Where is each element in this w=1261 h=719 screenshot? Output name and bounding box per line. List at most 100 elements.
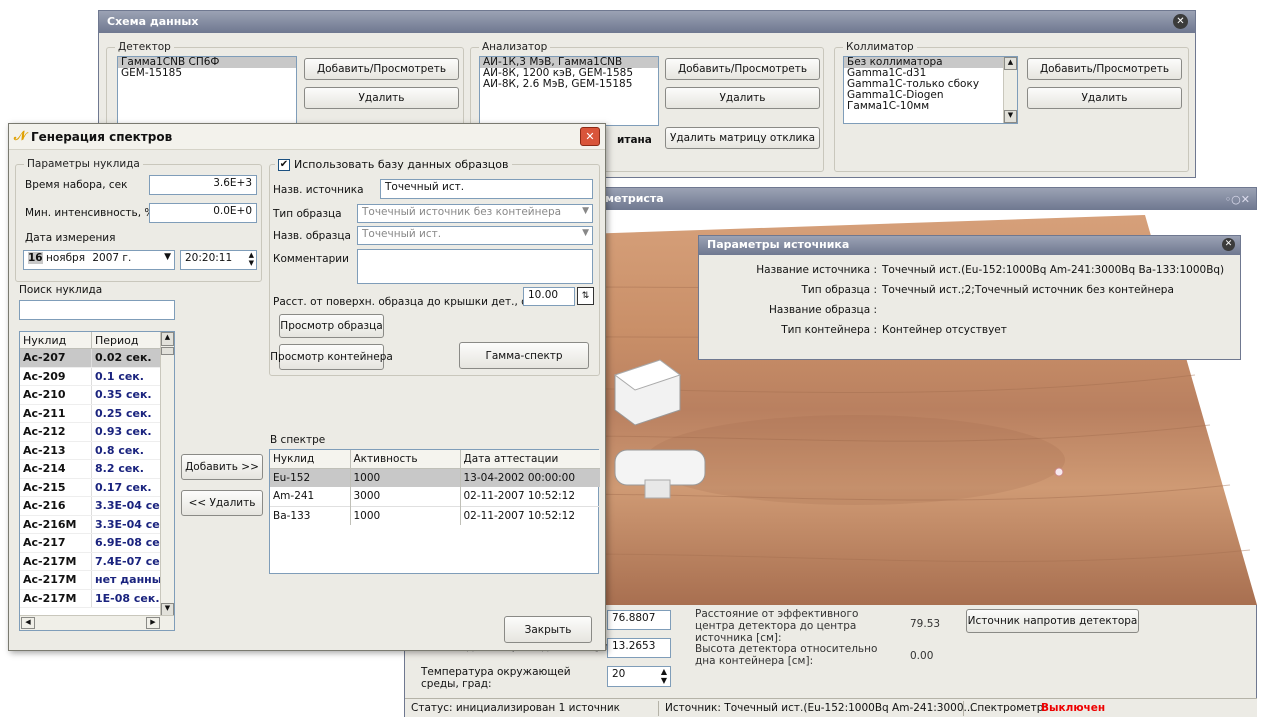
column-header-date[interactable]: Дата аттестации [460, 450, 600, 469]
list-item[interactable]: Ac-215 0.17 сек. [20, 478, 174, 497]
search-input[interactable] [19, 300, 175, 320]
list-item[interactable]: Ac-217M 1E-08 сек. [20, 589, 174, 608]
list-item[interactable]: Ac-214 8.2 сек. [20, 460, 174, 479]
nuclide-period: 0.8 сек. [95, 443, 144, 457]
source-opposite-button[interactable]: Источник напротив детектора [966, 609, 1139, 633]
list-item[interactable]: GEM-15185 [118, 68, 296, 79]
analyzer-list[interactable]: АИ-1К,3 МэВ, Гамма1CNB АИ-8К, 1200 кэВ, … [479, 56, 659, 126]
list-item[interactable]: Ac-213 0.8 сек. [20, 441, 174, 460]
table-row[interactable]: Am-241 3000 02-11-2007 10:52:12 [270, 487, 600, 506]
close-icon[interactable]: ✕ [1222, 238, 1235, 251]
nuclide-name: Ac-210 [20, 386, 92, 404]
view-sample-button[interactable]: Просмотр образца [279, 314, 384, 338]
list-item[interactable]: Ac-216 3.3E-04 се [20, 497, 174, 516]
close-icon[interactable]: ✕ [1173, 14, 1188, 29]
column-header-activity[interactable]: Активность [350, 450, 461, 469]
temp-value: 20 [612, 668, 626, 680]
source-name-field[interactable]: Точечный ист. [380, 179, 593, 199]
collimator-add-button[interactable]: Добавить/Просмотреть [1027, 58, 1182, 80]
minint-field[interactable]: 0.0E+0 [149, 203, 257, 223]
column-header-period[interactable]: Период [92, 332, 162, 348]
list-item[interactable]: Ac-216M 3.3E-04 се [20, 515, 174, 534]
source-params-rows: Название источника : Точечный ист.(Eu-152… [699, 264, 1239, 344]
sample-name-select[interactable]: Точечный ист. ▼ [357, 226, 593, 245]
table-cell: 3000 [350, 487, 461, 506]
date-picker[interactable]: 16 ноября 2007 г. ▼ [23, 250, 175, 270]
collimator-list[interactable]: Без коллиматора Gamma1C-d31 Gamma1C-толь… [843, 56, 1018, 124]
spectrum-table[interactable]: Нуклид Активность Дата аттестации Eu-152… [269, 449, 600, 574]
distance-center-label: Расстояние от эффективного центра детект… [695, 608, 859, 644]
scroll-thumb[interactable] [161, 347, 174, 355]
nuclide-list[interactable]: Нуклид Период Ac-207 0.02 сек. Ac-209 0.1 с… [19, 331, 175, 631]
close-icon[interactable]: ✕ [580, 127, 600, 146]
collimator-scrollbar[interactable]: ▲ ▼ [1003, 57, 1017, 123]
use-db-checkbox[interactable]: ✔ Использовать базу данных образцов [275, 158, 512, 171]
list-item[interactable]: Ac-209 0.1 сек. [20, 367, 174, 386]
spin-icon[interactable]: ▲ ▼ [249, 251, 254, 267]
remove-nuclide-button[interactable]: << Удалить [181, 490, 263, 516]
checkmark-icon[interactable]: ✔ [278, 158, 290, 171]
chevron-down-icon[interactable]: ▼ [582, 206, 589, 216]
list-item[interactable]: Ac-212 0.93 сек. [20, 423, 174, 442]
list-item[interactable]: Ac-210 0.35 сек. [20, 386, 174, 405]
column-header-nuclide[interactable]: Нуклид [20, 332, 92, 348]
column-header-nuclide[interactable]: Нуклид [270, 450, 351, 469]
window-controls[interactable]: ◦○✕ [1225, 193, 1250, 206]
comments-textarea[interactable] [357, 249, 593, 284]
analyzer-delete-button[interactable]: Удалить [665, 87, 820, 109]
detector-add-button[interactable]: Добавить/Просмотреть [304, 58, 459, 80]
list-item[interactable]: Ac-217M 7.4E-07 се [20, 552, 174, 571]
scroll-up-icon[interactable]: ▲ [1004, 57, 1017, 70]
nuclide-period: 0.1 сек. [95, 369, 144, 383]
time-label: Время набора, сек [25, 179, 128, 191]
vscrollbar[interactable]: ▲ ▼ [160, 332, 174, 617]
source-params-titlebar: Параметры источника [699, 236, 1240, 255]
param-row: Тип образца : Точечный ист.;2;Точечный ис… [699, 284, 1239, 304]
table-row[interactable]: Ba-133 1000 02-11-2007 10:52:12 [270, 506, 600, 525]
list-item[interactable]: Ac-217 6.9E-08 се [20, 534, 174, 553]
detector-legend: Детектор [115, 41, 174, 53]
gamma-spectrum-button[interactable]: Гамма-спектр [459, 342, 589, 369]
analyzer-add-button[interactable]: Добавить/Просмотреть [665, 58, 820, 80]
time-field[interactable]: 3.6E+3 [149, 175, 257, 195]
nuclide-name: Ac-209 [20, 367, 92, 385]
scroll-down-icon[interactable]: ▼ [1004, 110, 1017, 123]
list-item[interactable]: Ac-217M нет данны [20, 571, 174, 590]
scroll-up-icon[interactable]: ▲ [161, 332, 174, 346]
nuclide-period: 0.35 сек. [95, 388, 152, 401]
table-cell: 1000 [350, 468, 461, 487]
sample-type-select[interactable]: Точечный источник без контейнера ▼ [357, 204, 593, 223]
detector-delete-button[interactable]: Удалить [304, 87, 459, 109]
list-item[interactable]: Ac-211 0.25 сек. [20, 404, 174, 423]
height-field[interactable]: 13.2653 [607, 638, 671, 658]
distance-field[interactable]: 76.8807 [607, 610, 671, 630]
time-picker[interactable]: 20:20:11 ▲ ▼ [180, 250, 257, 270]
scroll-right-icon[interactable]: ▶ [146, 617, 160, 629]
dist-field[interactable]: 10.00 [523, 287, 575, 306]
table-row[interactable]: Eu-152 1000 13-04-2002 00:00:00 [270, 468, 600, 487]
status-bar: Статус: инициализирован 1 источник Источ… [405, 698, 1257, 717]
chevron-down-icon[interactable]: ▼ [582, 228, 589, 238]
list-item[interactable]: АИ-8К, 2.6 МэВ, GEM-15185 [480, 79, 658, 90]
list-item[interactable]: Гамма1С-10мм [844, 101, 1017, 112]
divider [658, 701, 659, 716]
view-container-button[interactable]: Просмотр контейнера [270, 344, 393, 370]
collimator-delete-button[interactable]: Удалить [1027, 87, 1182, 109]
close-button[interactable]: Закрыть [504, 616, 592, 643]
param-value: Точечный ист.(Eu-152:1000Bq Am-241:3000B… [882, 264, 1225, 276]
add-nuclide-button[interactable]: Добавить >> [181, 454, 263, 480]
list-item[interactable]: Ac-207 0.02 сек. [20, 349, 174, 368]
delete-matrix-button[interactable]: Удалить матрицу отклика [665, 127, 820, 149]
scroll-left-icon[interactable]: ◀ [21, 617, 35, 629]
height-bottom-label: Высота детектора относительно дна контей… [695, 643, 878, 667]
nuclide-name: Ac-216M [20, 515, 92, 533]
status-init: Статус: инициализирован 1 источник [411, 702, 621, 714]
chevron-down-icon[interactable]: ▼ [164, 252, 171, 262]
date-month: ноября [45, 252, 86, 264]
dist-label: Расст. от поверхн. образца до крышки дет… [273, 296, 539, 308]
hscrollbar[interactable]: ◀ ▶ [20, 615, 174, 630]
spin-icon[interactable]: ⇅ [577, 287, 594, 305]
nuclide-name: Ac-207 [20, 349, 92, 367]
spin-icon[interactable]: ▲ ▼ [661, 667, 667, 685]
temp-field[interactable]: 20 ▲ ▼ [607, 666, 671, 687]
